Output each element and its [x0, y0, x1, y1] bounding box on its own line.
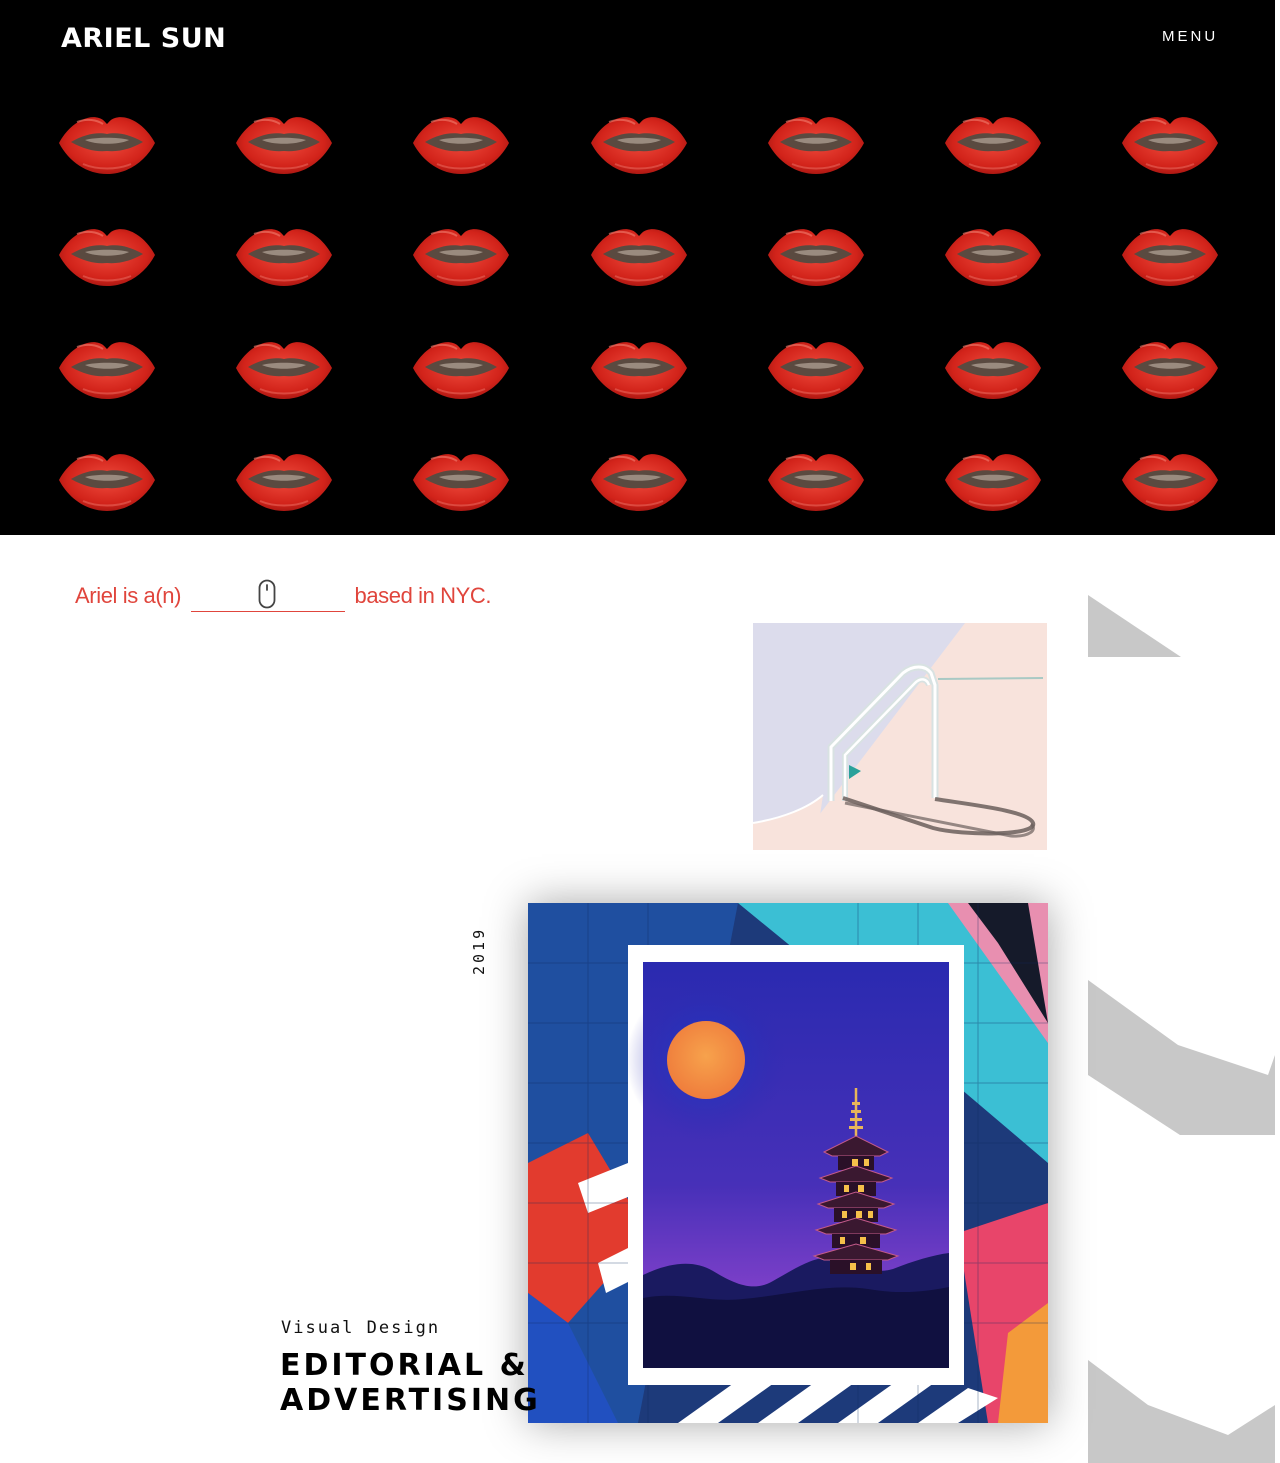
tagline: Ariel is a(n) based in NYC. — [75, 579, 492, 612]
lips-icon — [412, 116, 510, 175]
project-title-line2: ADVERTISING — [280, 1383, 541, 1418]
pool-ladder-illustration[interactable] — [753, 623, 1047, 850]
menu-button[interactable]: MENU — [1162, 28, 1218, 45]
lips-icon — [767, 228, 865, 287]
project-category: Visual Design — [281, 1318, 441, 1338]
lips-icon — [944, 341, 1042, 400]
lips-icon — [1121, 341, 1219, 400]
lips-icon — [944, 116, 1042, 175]
brand-logo[interactable]: ARIEL SUN — [61, 24, 226, 54]
mouse-icon — [258, 579, 276, 609]
project-thumbnail[interactable] — [528, 903, 1048, 1423]
project-year: 2019 — [470, 926, 488, 975]
lips-icon — [767, 453, 865, 512]
edge-strip — [1275, 87, 1280, 535]
lips-icon — [590, 453, 688, 512]
lips-icon — [767, 116, 865, 175]
lips-icon — [58, 116, 156, 175]
lips-icon — [412, 341, 510, 400]
lips-icon — [58, 453, 156, 512]
lips-icon — [767, 341, 865, 400]
grey-shape-middle — [1088, 980, 1275, 1135]
lips-icon — [944, 453, 1042, 512]
lips-icon — [1121, 228, 1219, 287]
tagline-blank — [190, 579, 345, 612]
lips-icon — [590, 341, 688, 400]
lips-icon — [1121, 453, 1219, 512]
lips-icon — [944, 228, 1042, 287]
lips-icon — [58, 341, 156, 400]
lips-icon — [235, 341, 333, 400]
lips-icon — [235, 453, 333, 512]
lips-icon — [412, 453, 510, 512]
poster-artwork — [528, 903, 1048, 1423]
lips-icon — [58, 228, 156, 287]
lips-icon — [590, 116, 688, 175]
lips-icon — [235, 228, 333, 287]
lips-pattern — [58, 116, 1219, 512]
project-title-line1: EDITORIAL & — [280, 1348, 529, 1383]
hero-banner: ARIEL SUN MENU — [0, 0, 1275, 535]
tagline-suffix: based in NYC. — [354, 583, 492, 608]
lips-icon — [235, 116, 333, 175]
tagline-prefix: Ariel is a(n) — [75, 583, 182, 608]
grey-shape-bottom — [1088, 1360, 1275, 1463]
grey-shape-top — [1088, 595, 1181, 657]
lips-icon — [1121, 116, 1219, 175]
project-title[interactable]: EDITORIAL & ADVERTISING — [280, 1348, 541, 1418]
lips-icon — [590, 228, 688, 287]
lips-icon — [412, 228, 510, 287]
